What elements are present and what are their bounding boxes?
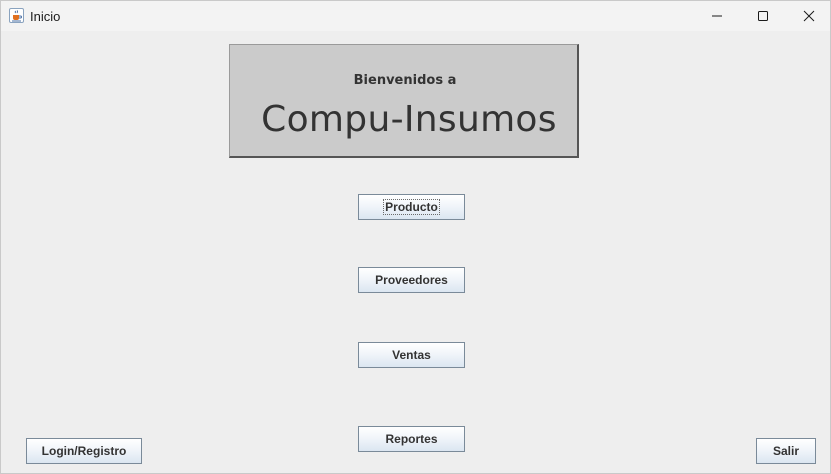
app-window: Inicio Bienvenidos a Compu-Insumos Produ… <box>0 0 831 474</box>
welcome-panel: Bienvenidos a Compu-Insumos <box>229 44 579 158</box>
login-register-button-label: Login/Registro <box>41 444 127 458</box>
proveedores-button-label: Proveedores <box>375 273 448 287</box>
java-cup-icon <box>9 8 24 23</box>
window-title: Inicio <box>30 9 61 24</box>
welcome-subtitle: Bienvenidos a <box>353 73 457 88</box>
exit-button[interactable]: Salir <box>756 438 816 464</box>
ventas-button-label: Ventas <box>392 348 431 362</box>
proveedores-button[interactable]: Proveedores <box>358 267 465 293</box>
close-button[interactable] <box>786 1 830 31</box>
title-bar[interactable]: Inicio <box>1 1 830 31</box>
company-name-title: Compu-Insumos <box>261 99 557 140</box>
reportes-button[interactable]: Reportes <box>358 426 465 452</box>
exit-button-label: Salir <box>772 444 799 458</box>
producto-button[interactable]: Producto <box>358 194 465 220</box>
close-icon <box>803 10 815 22</box>
reportes-button-label: Reportes <box>385 432 438 446</box>
maximize-icon <box>758 11 768 21</box>
maximize-button[interactable] <box>740 1 786 31</box>
minimize-button[interactable] <box>694 1 740 31</box>
producto-button-label: Producto <box>383 199 440 215</box>
login-register-button[interactable]: Login/Registro <box>26 438 142 464</box>
minimize-icon <box>712 15 722 17</box>
ventas-button[interactable]: Ventas <box>358 342 465 368</box>
